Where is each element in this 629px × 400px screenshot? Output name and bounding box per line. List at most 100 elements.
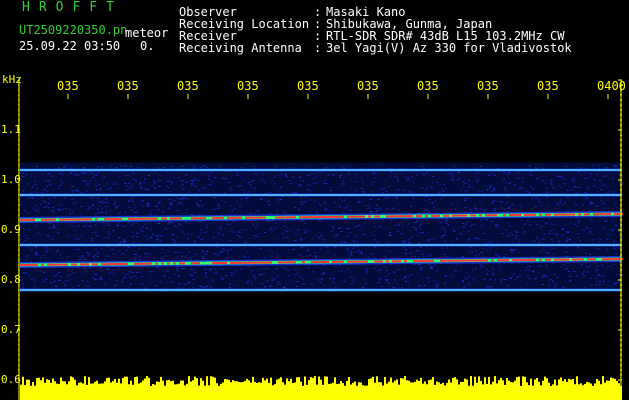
- signal-peak: [314, 261, 317, 264]
- noise-speck: [103, 175, 106, 177]
- noise-speck: [485, 219, 488, 221]
- noise-speck: [207, 183, 209, 185]
- noise-speck: [202, 257, 205, 259]
- noise-speck: [185, 221, 187, 223]
- noise-speck: [357, 225, 360, 227]
- noise-speck: [121, 281, 124, 283]
- noise-speck: [170, 166, 173, 168]
- signal-peak: [116, 263, 119, 265]
- noise-speck: [552, 187, 555, 189]
- noise-speck: [268, 250, 271, 252]
- noise-floor-column: [410, 382, 412, 400]
- noise-speck: [469, 209, 472, 211]
- noise-speck: [131, 200, 134, 202]
- signal-peak: [326, 216, 329, 218]
- noise-speck: [176, 210, 179, 211]
- noise-speck: [277, 198, 280, 200]
- noise-speck: [149, 214, 152, 216]
- noise-speck: [287, 269, 290, 271]
- noise-speck: [544, 182, 547, 184]
- signal-peak: [320, 216, 323, 218]
- noise-floor-column: [582, 385, 584, 400]
- signal-peak: [212, 262, 215, 265]
- noise-speck: [31, 197, 34, 199]
- noise-speck: [361, 187, 363, 189]
- noise-speck: [417, 264, 420, 266]
- noise-floor-column: [570, 379, 572, 400]
- signal-peak: [95, 218, 98, 221]
- noise-floor-column: [466, 379, 468, 400]
- noise-speck: [404, 249, 407, 251]
- noise-floor-column: [378, 382, 380, 400]
- noise-speck: [339, 281, 342, 283]
- noise-speck: [68, 241, 71, 243]
- signal-peak: [320, 261, 323, 263]
- noise-speck: [394, 196, 397, 198]
- noise-floor-column: [50, 382, 52, 400]
- signal-peak: [479, 214, 482, 217]
- noise-speck: [94, 287, 97, 289]
- noise-floor-column: [120, 383, 122, 400]
- noise-floor-column: [604, 382, 606, 400]
- noise-speck: [253, 212, 256, 213]
- noise-speck: [403, 246, 406, 248]
- noise-speck: [433, 206, 435, 208]
- noise-speck: [553, 262, 556, 264]
- noise-speck: [133, 207, 136, 209]
- noise-speck: [540, 226, 543, 228]
- signal-peak: [470, 259, 473, 262]
- signal-peak: [23, 219, 26, 221]
- noise-speck: [92, 208, 95, 209]
- noise-speck: [105, 212, 108, 214]
- noise-floor-column: [100, 383, 102, 400]
- noise-speck: [101, 207, 104, 209]
- noise-speck: [212, 237, 215, 239]
- noise-speck: [551, 280, 554, 282]
- noise-speck: [541, 275, 544, 277]
- noise-speck: [94, 213, 97, 215]
- noise-speck: [500, 281, 502, 283]
- noise-speck: [571, 189, 574, 191]
- noise-floor-column: [268, 382, 270, 400]
- noise-speck: [71, 166, 74, 168]
- noise-speck: [116, 183, 119, 185]
- noise-speck: [516, 171, 519, 173]
- noise-speck: [228, 287, 231, 289]
- noise-speck: [428, 199, 431, 201]
- noise-speck: [53, 280, 56, 282]
- noise-speck: [125, 185, 128, 187]
- noise-floor-column: [510, 382, 512, 400]
- noise-speck: [506, 173, 509, 175]
- noise-speck: [69, 173, 72, 175]
- noise-speck: [377, 209, 380, 211]
- noise-speck: [472, 223, 475, 225]
- noise-speck: [468, 250, 471, 252]
- noise-speck: [336, 234, 339, 236]
- noise-floor-column: [112, 381, 114, 400]
- noise-speck: [280, 173, 283, 175]
- noise-speck: [169, 204, 172, 206]
- noise-speck: [529, 224, 532, 226]
- noise-speck: [418, 285, 421, 286]
- noise-speck: [168, 277, 171, 279]
- noise-speck: [448, 276, 451, 278]
- noise-speck: [44, 180, 47, 182]
- noise-speck: [424, 209, 427, 211]
- noise-speck: [511, 251, 514, 253]
- signal-peak: [110, 263, 113, 266]
- noise-speck: [294, 274, 297, 275]
- signal-peak: [368, 215, 371, 218]
- noise-speck: [581, 273, 584, 275]
- noise-speck: [399, 211, 402, 213]
- noise-speck: [223, 192, 226, 194]
- signal-peak: [197, 262, 200, 265]
- noise-speck: [602, 203, 605, 205]
- noise-floor-column: [298, 377, 300, 400]
- noise-speck: [353, 240, 356, 242]
- noise-speck: [244, 257, 247, 258]
- noise-speck: [170, 277, 173, 279]
- noise-floor-column: [322, 384, 324, 400]
- noise-speck: [194, 197, 197, 199]
- noise-speck: [246, 251, 249, 253]
- noise-speck: [534, 277, 537, 279]
